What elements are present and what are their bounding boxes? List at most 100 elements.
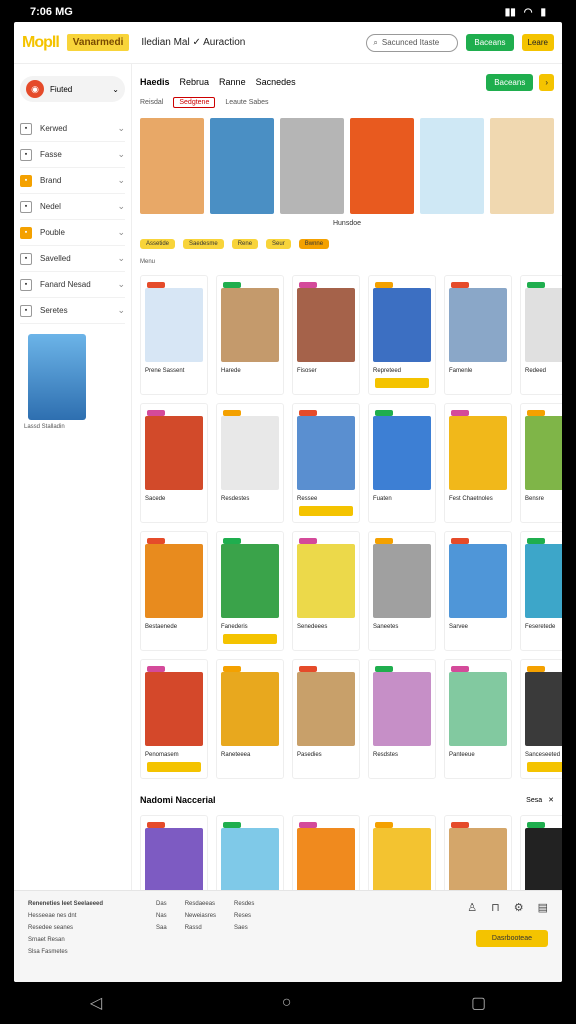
footer-link[interactable]: Saes xyxy=(234,925,254,931)
footer-link[interactable]: Resdaeeas xyxy=(185,901,216,907)
store-banner[interactable] xyxy=(350,118,414,214)
footer-link[interactable]: Resdes xyxy=(234,901,254,907)
product-card[interactable]: Saneetes xyxy=(368,531,436,651)
footer-link[interactable]: Das xyxy=(156,901,167,907)
user-icon[interactable]: ♙ xyxy=(467,901,477,914)
app-logo[interactable]: Mopll xyxy=(22,34,60,52)
sidebar-item[interactable]: ▪ Kerwed ⌄ xyxy=(20,116,125,142)
tab-b[interactable]: Ranne xyxy=(219,77,246,87)
product-card[interactable]: Cree Sleas xyxy=(444,815,512,890)
product-name: Sacede xyxy=(145,496,166,502)
filter-chip[interactable]: Seur xyxy=(266,239,291,249)
product-card[interactable]: Panteeue xyxy=(444,659,512,779)
product-card[interactable]: Sacede xyxy=(140,403,208,523)
top-nav[interactable]: Iledian Mal ✓ Auraction xyxy=(141,37,245,48)
home-icon[interactable]: ○ xyxy=(282,994,292,1012)
store-banner[interactable] xyxy=(210,118,274,214)
filter-chip[interactable]: Rene xyxy=(231,239,259,249)
brand-pill[interactable]: Vanarmedi xyxy=(66,34,130,51)
store-banner[interactable] xyxy=(140,118,204,214)
product-card[interactable]: Saneed xyxy=(520,815,562,890)
product-card[interactable]: Bestaenede xyxy=(140,531,208,651)
product-card[interactable]: Fisoser xyxy=(292,275,360,395)
add-to-cart-button[interactable] xyxy=(299,506,353,516)
flag-icon[interactable]: ▤ xyxy=(538,901,548,914)
product-card[interactable]: Harede xyxy=(216,275,284,395)
product-card[interactable]: Repreteed xyxy=(368,275,436,395)
footer-link[interactable]: Neweiasres xyxy=(185,913,216,919)
lock-icon[interactable]: ⊓ xyxy=(491,901,500,914)
product-name: Saneetes xyxy=(373,624,399,630)
store-banner[interactable] xyxy=(420,118,484,214)
sidebar-preview-image[interactable] xyxy=(28,334,86,420)
sort-controls[interactable]: Menu xyxy=(140,259,554,265)
product-card[interactable]: Famenen xyxy=(216,815,284,890)
add-to-cart-button[interactable] xyxy=(147,762,201,772)
product-card[interactable]: Sereceed xyxy=(292,815,360,890)
sidebar-profile[interactable]: ◉ Fiuted ⌄ xyxy=(20,76,125,102)
filter-chip[interactable]: Saedesme xyxy=(183,239,224,249)
product-card[interactable]: Penomasem xyxy=(140,659,208,779)
product-image xyxy=(145,416,203,490)
gear-icon[interactable]: ⚙ xyxy=(514,901,524,914)
heart-icon: ▪ xyxy=(20,252,32,265)
close-icon[interactable]: ✕ xyxy=(548,796,554,804)
sub-label-b[interactable]: Leaute Sabes xyxy=(225,99,268,106)
sidebar-item[interactable]: ▪ Nedel ⌄ xyxy=(20,194,125,220)
product-card[interactable]: Resdstes xyxy=(368,659,436,779)
product-card[interactable]: Fanederis xyxy=(216,531,284,651)
footer-link[interactable]: Nas xyxy=(156,913,167,919)
footer-link[interactable]: Rassd xyxy=(185,925,216,931)
product-card[interactable]: Raneteeea xyxy=(216,659,284,779)
filter-chip[interactable]: Assetide xyxy=(140,239,176,249)
sidebar-item[interactable]: ▪ Savelled ⌄ xyxy=(20,246,125,272)
product-card[interactable]: Senedeees xyxy=(292,531,360,651)
sidebar-item[interactable]: ▪ Fasse ⌄ xyxy=(20,142,125,168)
product-image xyxy=(525,288,562,362)
product-name: Sanceseeted xyxy=(525,752,561,758)
yellow-action-button[interactable]: Leare xyxy=(521,34,554,51)
search-input[interactable]: ⌕ Sacunced Itaste xyxy=(366,33,459,52)
add-to-cart-button[interactable] xyxy=(375,378,429,388)
pill-badge[interactable]: Sedgtene xyxy=(173,96,216,108)
product-card[interactable]: Redeed xyxy=(520,275,562,395)
filter-chip[interactable]: Bwnne xyxy=(298,239,330,249)
product-card[interactable]: Pasedies xyxy=(292,659,360,779)
add-to-cart-button[interactable] xyxy=(223,634,277,644)
product-card[interactable]: Fuaten xyxy=(368,403,436,523)
tab-c[interactable]: Sacnedes xyxy=(256,77,296,87)
section-link[interactable]: Sesa xyxy=(526,797,542,804)
product-card[interactable]: Sarvee xyxy=(444,531,512,651)
product-card[interactable]: Bensre xyxy=(520,403,562,523)
store-banner[interactable] xyxy=(280,118,344,214)
card-tag xyxy=(375,822,393,828)
product-card[interactable]: Fest Chaetnoles xyxy=(444,403,512,523)
product-card[interactable]: Famenle xyxy=(444,275,512,395)
sub-label-a[interactable]: Reisdal xyxy=(140,99,163,106)
footer-link[interactable]: Saa xyxy=(156,925,167,931)
filter-yellow-button[interactable]: › xyxy=(539,73,554,91)
product-card[interactable]: Sanceseeted xyxy=(520,659,562,779)
sidebar-item[interactable]: ▪ Seretes ⌄ xyxy=(20,298,125,324)
sidebar-item[interactable]: ▪ Fanard Nesad ⌄ xyxy=(20,272,125,298)
section-title: Nadomi Naccerial xyxy=(140,795,216,805)
footer-cta-button[interactable]: Dasrbooteae xyxy=(475,930,548,947)
green-action-button[interactable]: Baceans xyxy=(466,34,514,51)
sidebar-item[interactable]: ▪ Pouble ⌄ xyxy=(20,220,125,246)
box-icon: ▪ xyxy=(20,200,32,213)
footer-link[interactable]: Reses xyxy=(234,913,254,919)
filter-green-button[interactable]: Baceans xyxy=(486,73,534,91)
product-card[interactable]: Resdestes xyxy=(216,403,284,523)
product-card[interactable]: Ressee xyxy=(292,403,360,523)
tab-a[interactable]: Rebrua xyxy=(180,77,210,87)
store-banner[interactable] xyxy=(490,118,554,214)
back-icon[interactable]: ◁ xyxy=(90,993,102,1013)
sidebar-item[interactable]: ▪ Brand ⌄ xyxy=(20,168,125,194)
recents-icon[interactable]: ▢ xyxy=(471,993,486,1013)
product-card[interactable]: Feseretede xyxy=(520,531,562,651)
footer-about: Reneneties Ieet Seelaeeed Hesseeae nes d… xyxy=(28,901,138,972)
add-to-cart-button[interactable] xyxy=(527,762,562,772)
product-card[interactable]: Resaede xyxy=(368,815,436,890)
product-card[interactable]: Prene Sassent xyxy=(140,275,208,395)
product-card[interactable]: Renased xyxy=(140,815,208,890)
